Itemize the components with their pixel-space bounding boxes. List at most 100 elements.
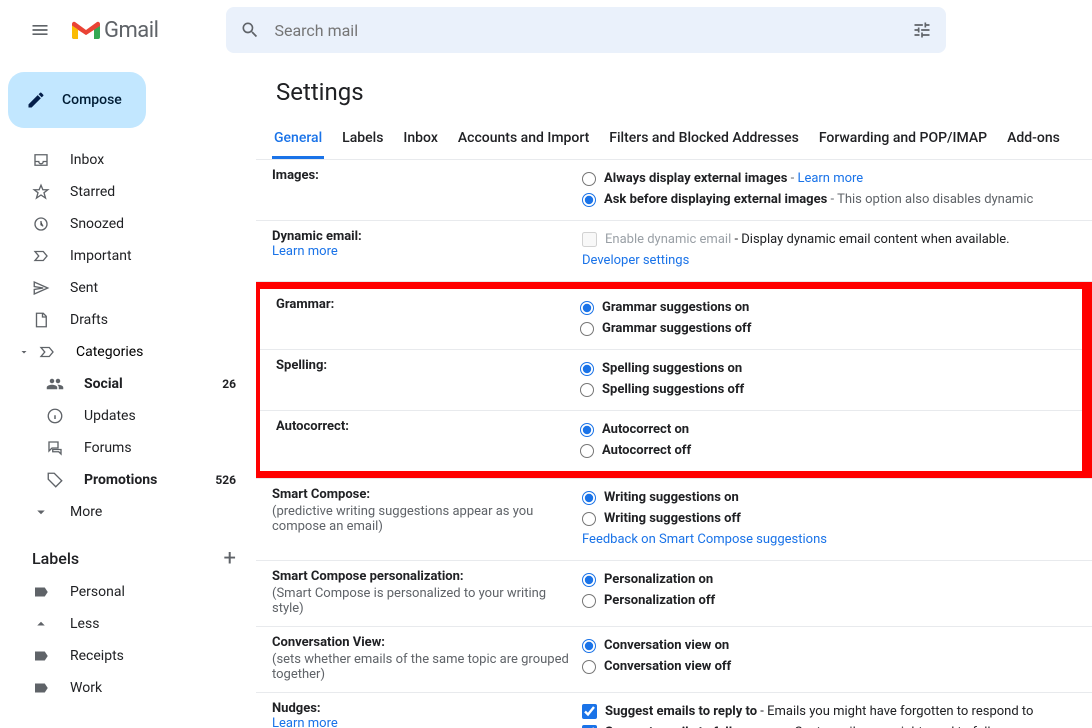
pencil-icon bbox=[26, 90, 46, 110]
radio-cv-off[interactable] bbox=[582, 660, 596, 674]
radio-autocorrect-on[interactable] bbox=[580, 423, 594, 437]
radio-autocorrect-off[interactable] bbox=[580, 444, 594, 458]
label-icon bbox=[32, 679, 50, 697]
nav-label: Work bbox=[70, 680, 236, 696]
opt-trail: - Display dynamic email content when ava… bbox=[731, 232, 1009, 247]
feedback-link[interactable]: Feedback on Smart Compose suggestions bbox=[582, 530, 827, 550]
main-menu-button[interactable] bbox=[16, 6, 64, 54]
setting-autocorrect: Autocorrect: Autocorrect on Autocorrect … bbox=[260, 411, 1082, 471]
info-icon bbox=[46, 407, 64, 425]
logo-text: Gmail bbox=[104, 18, 158, 43]
opt-text: Spelling suggestions off bbox=[602, 380, 744, 400]
setting-conversation-view: Conversation View: (sets whether emails … bbox=[256, 627, 1092, 693]
caret-down-icon bbox=[18, 346, 30, 358]
nav-label: Inbox bbox=[70, 152, 236, 168]
highlighted-box: Grammar: Grammar suggestions on Grammar … bbox=[256, 282, 1092, 478]
radio-sc-off[interactable] bbox=[582, 512, 596, 526]
tab-inbox[interactable]: Inbox bbox=[401, 120, 439, 159]
opt-text: Always display external images bbox=[604, 171, 787, 186]
nav-drafts[interactable]: Drafts bbox=[8, 304, 248, 336]
nav-categories[interactable]: Categories bbox=[8, 336, 248, 368]
learn-more-link[interactable]: Learn more bbox=[272, 244, 338, 259]
checkbox-nudge-reply[interactable] bbox=[582, 704, 597, 719]
nav-label: Categories bbox=[76, 344, 248, 360]
label-personal[interactable]: Personal bbox=[8, 576, 248, 608]
sent-icon bbox=[32, 279, 50, 297]
compose-label: Compose bbox=[62, 92, 122, 108]
opt-text: Ask before displaying external images bbox=[604, 192, 827, 207]
settings-tabs: General Labels Inbox Accounts and Import… bbox=[256, 120, 1092, 160]
opt-text: Enable dynamic email bbox=[605, 232, 731, 247]
opt-text: Suggest emails to follow up on bbox=[605, 725, 785, 728]
setting-sub: (sets whether emails of the same topic a… bbox=[272, 652, 570, 682]
opt-trail: - This option also disables dynamic bbox=[827, 192, 1033, 207]
radio-images-ask[interactable] bbox=[582, 193, 596, 207]
nav-starred[interactable]: Starred bbox=[8, 176, 248, 208]
nav-label: Updates bbox=[84, 408, 236, 424]
developer-settings-link[interactable]: Developer settings bbox=[582, 251, 689, 271]
tab-labels[interactable]: Labels bbox=[340, 120, 385, 159]
setting-title: Spelling: bbox=[276, 358, 327, 373]
label-work[interactable]: Work bbox=[8, 672, 248, 704]
radio-images-always[interactable] bbox=[582, 172, 596, 186]
opt-text: Writing suggestions on bbox=[604, 488, 739, 508]
opt-text: Spelling suggestions on bbox=[602, 359, 742, 379]
tab-accounts[interactable]: Accounts and Import bbox=[456, 120, 591, 159]
setting-sub: (predictive writing suggestions appear a… bbox=[272, 504, 570, 534]
radio-grammar-off[interactable] bbox=[580, 322, 594, 336]
nav-important[interactable]: Important bbox=[8, 240, 248, 272]
radio-scp-off[interactable] bbox=[582, 594, 596, 608]
opt-trail: - bbox=[787, 171, 797, 186]
nav-label: Personal bbox=[70, 584, 236, 600]
social-icon bbox=[46, 375, 64, 393]
radio-spelling-on[interactable] bbox=[580, 362, 594, 376]
label-icon bbox=[32, 583, 50, 601]
radio-cv-on[interactable] bbox=[582, 639, 596, 653]
tab-filters[interactable]: Filters and Blocked Addresses bbox=[607, 120, 801, 159]
nav-sent[interactable]: Sent bbox=[8, 272, 248, 304]
radio-sc-on[interactable] bbox=[582, 491, 596, 505]
tune-icon[interactable] bbox=[912, 20, 932, 40]
nav-promotions[interactable]: Promotions 526 bbox=[8, 464, 248, 496]
nav-more[interactable]: More bbox=[8, 496, 248, 528]
sidebar: Compose Inbox Starred Snoozed Important … bbox=[0, 60, 256, 728]
opt-text: Autocorrect on bbox=[602, 420, 689, 440]
setting-title: Dynamic email: bbox=[272, 229, 362, 244]
important-icon bbox=[32, 247, 50, 265]
learn-more-link[interactable]: Learn more bbox=[272, 716, 338, 728]
opt-text: Writing suggestions off bbox=[604, 509, 741, 529]
nav-updates[interactable]: Updates bbox=[8, 400, 248, 432]
radio-spelling-off[interactable] bbox=[580, 383, 594, 397]
label-receipts[interactable]: Receipts bbox=[8, 640, 248, 672]
tab-addons[interactable]: Add-ons bbox=[1005, 120, 1062, 159]
tab-forwarding[interactable]: Forwarding and POP/IMAP bbox=[817, 120, 989, 159]
forums-icon bbox=[46, 439, 64, 457]
label-less[interactable]: Less bbox=[8, 608, 248, 640]
radio-scp-on[interactable] bbox=[582, 573, 596, 587]
radio-grammar-on[interactable] bbox=[580, 301, 594, 315]
nav-snoozed[interactable]: Snoozed bbox=[8, 208, 248, 240]
setting-dynamic-email: Dynamic email: Learn more Enable dynamic… bbox=[256, 221, 1092, 282]
label-icon bbox=[32, 647, 50, 665]
tag-icon bbox=[46, 471, 64, 489]
setting-images: Images: Always display external images -… bbox=[256, 160, 1092, 221]
compose-button[interactable]: Compose bbox=[8, 72, 146, 128]
setting-title: Autocorrect: bbox=[276, 419, 349, 434]
page-title: Settings bbox=[256, 60, 1092, 120]
nav-label: Less bbox=[70, 616, 236, 632]
labels-header: Labels + bbox=[8, 540, 248, 576]
gmail-logo[interactable]: Gmail bbox=[72, 18, 158, 43]
nav-forums[interactable]: Forums bbox=[8, 432, 248, 464]
search-input[interactable] bbox=[274, 21, 898, 40]
setting-sc-personalization: Smart Compose personalization: (Smart Co… bbox=[256, 561, 1092, 627]
nav-social[interactable]: Social 26 bbox=[8, 368, 248, 400]
setting-grammar: Grammar: Grammar suggestions on Grammar … bbox=[260, 289, 1082, 350]
tab-general[interactable]: General bbox=[272, 120, 324, 159]
search-bar[interactable] bbox=[226, 7, 946, 53]
learn-more-link[interactable]: Learn more bbox=[797, 171, 863, 186]
setting-title: Grammar: bbox=[276, 297, 334, 312]
nav-inbox[interactable]: Inbox bbox=[8, 144, 248, 176]
nav-label: Snoozed bbox=[70, 216, 236, 232]
add-label-button[interactable]: + bbox=[224, 546, 236, 571]
nav-label: Receipts bbox=[70, 648, 236, 664]
